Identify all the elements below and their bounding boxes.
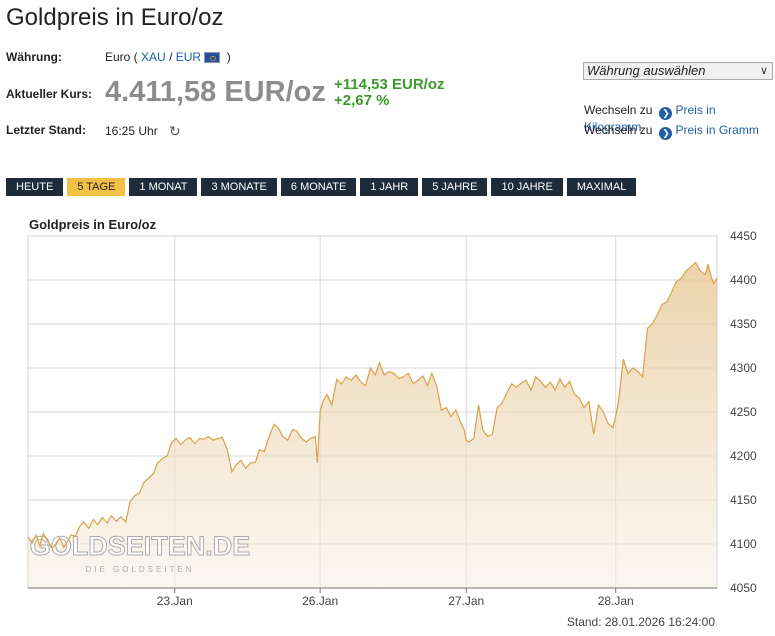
x-tick-label: 26.Jan (302, 594, 338, 608)
y-tick-label: 4300 (730, 361, 757, 375)
y-tick-label: 4350 (730, 317, 757, 331)
y-tick-label: 4250 (730, 405, 757, 419)
x-tick-label: 28.Jan (598, 594, 634, 608)
y-tick-label: 4150 (730, 493, 757, 507)
y-tick-label: 4100 (730, 537, 757, 551)
price-chart[interactable]: Goldpreis in Euro/oz GOLDSEITEN.DE DIE G… (0, 0, 775, 636)
y-tick-label: 4400 (730, 273, 757, 287)
y-tick-label: 4450 (730, 229, 757, 243)
x-tick-label: 27.Jan (448, 594, 484, 608)
chart-title: Goldpreis in Euro/oz (29, 217, 157, 232)
x-tick-label: 23.Jan (157, 594, 193, 608)
y-tick-label: 4050 (730, 581, 757, 595)
y-tick-label: 4200 (730, 449, 757, 463)
stand-footer: Stand: 28.01.2026 16:24:00 (567, 615, 715, 629)
watermark-tagline: DIE GOLDSEITEN (85, 565, 194, 574)
